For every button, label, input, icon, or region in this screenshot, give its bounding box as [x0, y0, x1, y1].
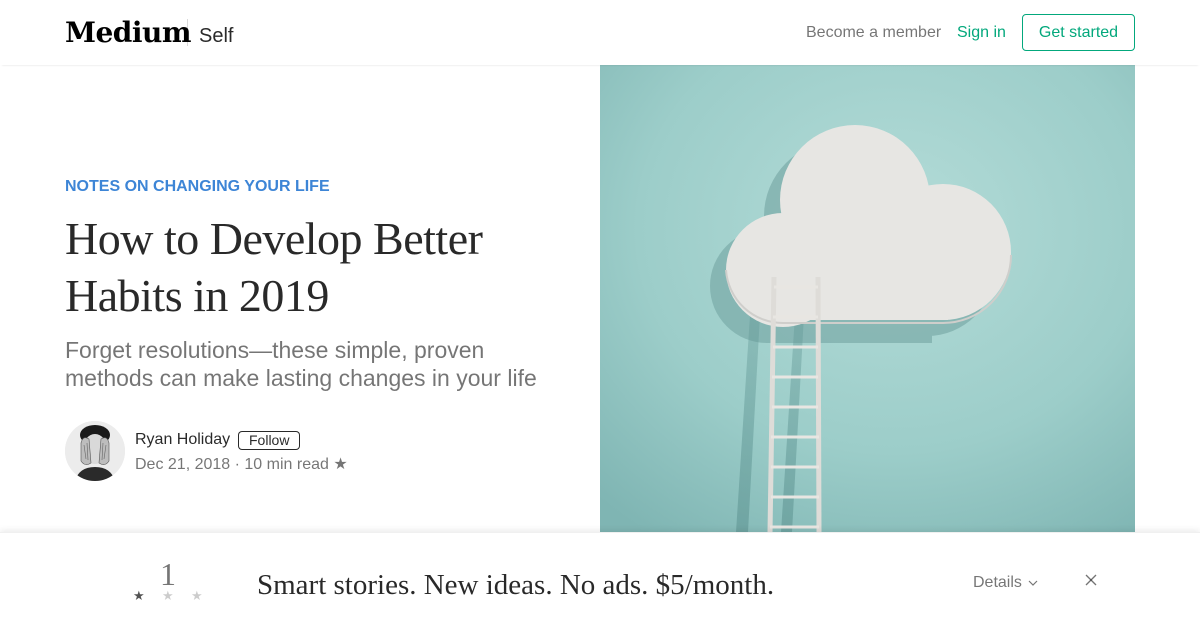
banner-headline: Smart stories. New ideas. No ads. $5/mon… — [257, 569, 775, 601]
details-label: Details — [973, 574, 1022, 591]
author-name[interactable]: Ryan Holiday — [135, 431, 230, 449]
close-banner-button[interactable] — [1081, 570, 1101, 590]
article-subtitle: Forget resolutions—these simple, proven … — [65, 337, 537, 391]
star-icon: ★ — [162, 588, 174, 603]
chevron-down-icon — [1028, 580, 1038, 586]
get-started-button[interactable]: Get started — [1022, 14, 1135, 51]
medium-logo[interactable]: Medium — [65, 16, 192, 50]
author-avatar[interactable] — [65, 421, 125, 481]
close-icon — [1085, 574, 1097, 586]
logo-divider — [187, 19, 188, 46]
publication-name[interactable]: Self — [199, 24, 233, 48]
member-count: 1 — [160, 556, 176, 592]
sign-in-link[interactable]: Sign in — [957, 23, 1006, 43]
hero-image — [600, 65, 1135, 532]
star-icon: ★ — [191, 588, 203, 603]
article-meta: Dec 21, 2018 · 10 min read ★ — [135, 456, 348, 473]
article-title: How to Develop Better Habits in 2019 — [65, 213, 483, 321]
star-icon: ★ — [133, 588, 145, 603]
article-kicker[interactable]: NOTES ON CHANGING YOUR LIFE — [65, 178, 330, 196]
top-navbar: Medium Self Become a member Sign in Get … — [0, 0, 1200, 65]
follow-button[interactable]: Follow — [238, 431, 301, 450]
details-button[interactable]: Details — [973, 574, 1039, 592]
become-member-link[interactable]: Become a member — [806, 23, 941, 43]
